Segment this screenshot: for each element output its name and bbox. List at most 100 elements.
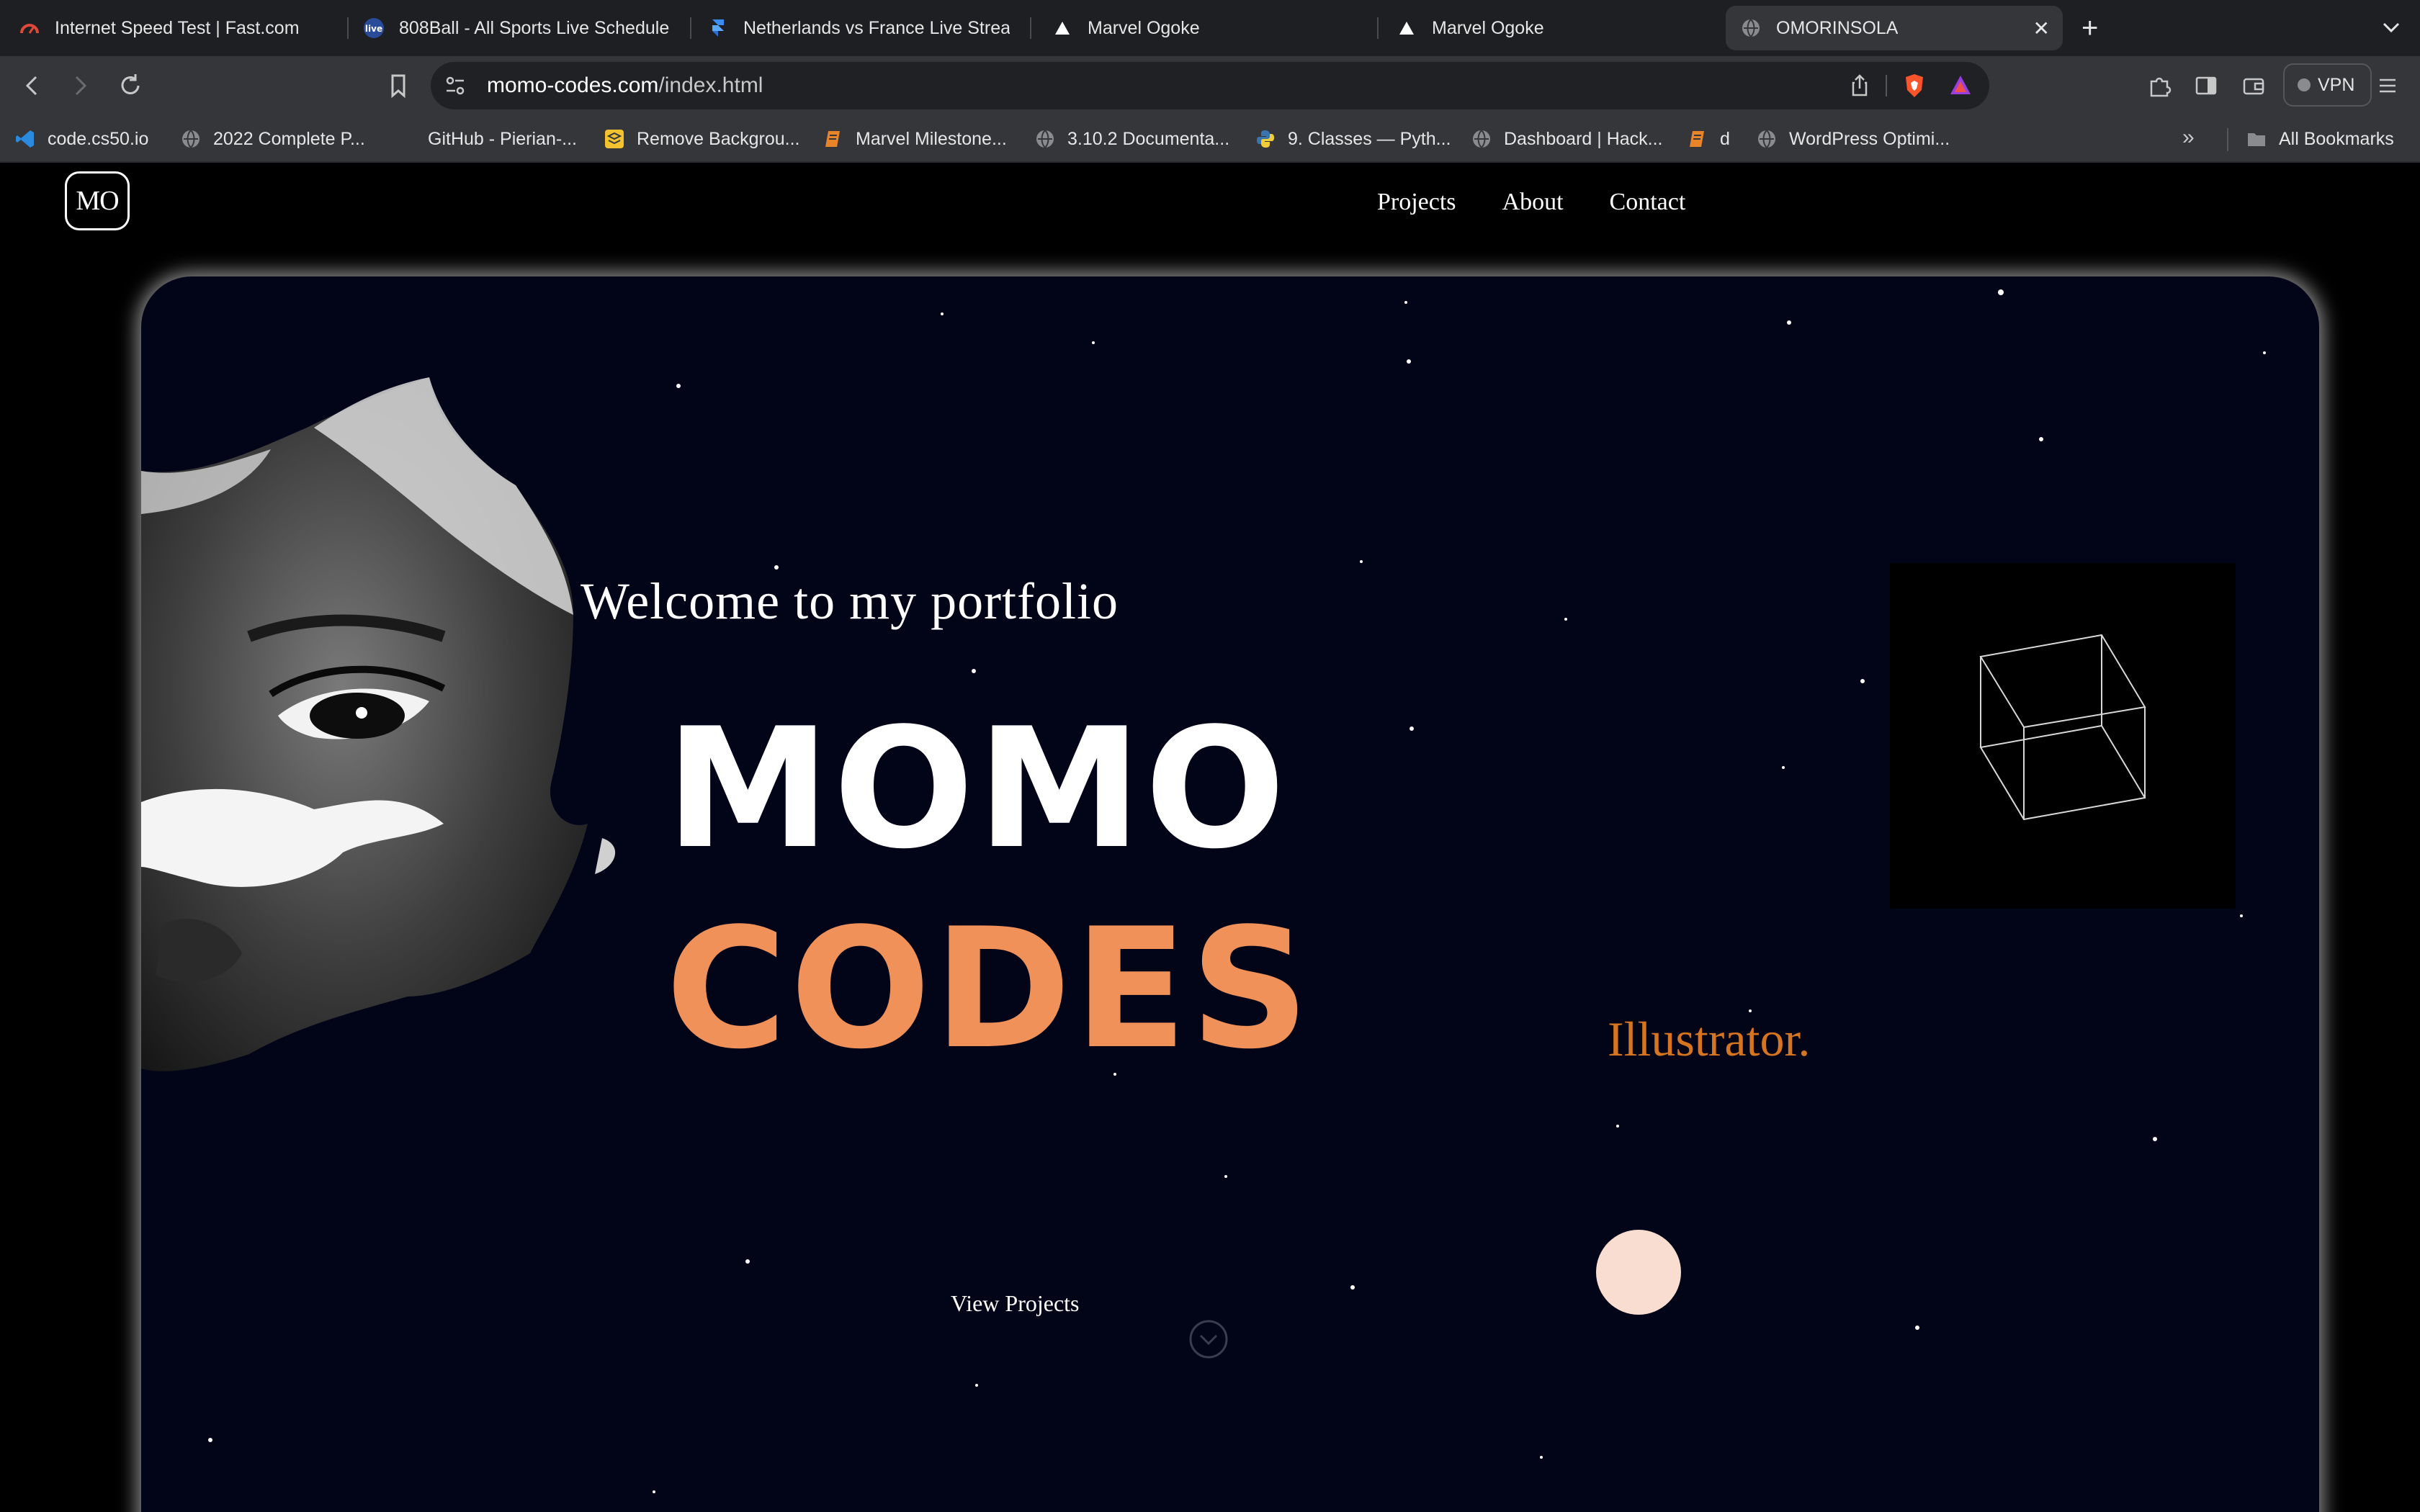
- nav-about[interactable]: About: [1502, 189, 1564, 216]
- tab-title: Marvel Ogoke: [1432, 17, 1544, 38]
- close-icon[interactable]: ✕: [2033, 17, 2050, 40]
- web-page: MO Projects About Contact Welcome to my …: [0, 163, 2420, 1512]
- vpn-status-icon: [2298, 78, 2311, 91]
- python-icon: [1255, 128, 1276, 150]
- bookmark-item[interactable]: d: [1687, 117, 1730, 161]
- nav-projects[interactable]: Projects: [1377, 189, 1456, 216]
- tab-fast[interactable]: Internet Speed Test | Fast.com: [4, 6, 343, 50]
- bookmark-item[interactable]: Remove Backgrou...: [604, 117, 800, 161]
- bookmark-item[interactable]: GitHub - Pierian-...: [395, 117, 577, 161]
- tab-title: Marvel Ogoke: [1088, 17, 1200, 38]
- site-logo[interactable]: MO: [65, 171, 130, 230]
- share-icon[interactable]: [1845, 71, 1874, 100]
- bookmark-label: WordPress Optimi...: [1789, 128, 1950, 149]
- tab-808ball[interactable]: live 808Ball - All Sports Live Schedule: [349, 6, 684, 50]
- vscode-icon: [14, 128, 36, 150]
- live-badge-icon: live: [363, 17, 385, 39]
- bookmark-label: 3.10.2 Documenta...: [1067, 128, 1230, 149]
- url-host: momo-codes.com: [487, 73, 659, 97]
- brave-rewards-icon[interactable]: [1946, 71, 1975, 100]
- bookmark-item[interactable]: Dashboard | Hack...: [1471, 117, 1662, 161]
- site-nav: Projects About Contact: [1377, 189, 1685, 216]
- speedometer-icon: [19, 17, 40, 39]
- vpn-label: VPN: [2318, 74, 2355, 95]
- tab-strip: Internet Speed Test | Fast.com live 808B…: [0, 0, 2420, 56]
- role-text: Illustrator.: [1608, 1012, 1811, 1066]
- cube-canvas[interactable]: [1890, 563, 2236, 909]
- globe-icon: [1756, 128, 1778, 150]
- github-icon: [395, 128, 416, 150]
- tab-title: Internet Speed Test | Fast.com: [55, 17, 300, 38]
- tab-marvel-ogoke-2[interactable]: Marvel Ogoke: [1381, 6, 1713, 50]
- tab-title: 808Ball - All Sports Live Schedule: [399, 17, 670, 38]
- portrait-illustration: [141, 377, 616, 1071]
- bookmarks-separator: [2227, 128, 2228, 151]
- bookmark-label: Remove Backgrou...: [637, 128, 800, 149]
- sidebar-icon[interactable]: [2190, 69, 2223, 102]
- bookmark-item[interactable]: code.cs50.io: [14, 117, 148, 161]
- tab-title: Netherlands vs France Live Stream: [743, 17, 1010, 38]
- tab-separator: [690, 17, 691, 39]
- triangle-icon: [1052, 17, 1073, 39]
- bookmark-item[interactable]: 2022 Complete P...: [180, 117, 365, 161]
- url-path: /index.html: [658, 73, 763, 97]
- view-projects-link[interactable]: View Projects: [951, 1290, 1079, 1317]
- tab-omorinsola[interactable]: OMORINSOLA ✕: [1726, 6, 2063, 50]
- tab-marvel-ogoke-1[interactable]: Marvel Ogoke: [1037, 6, 1368, 50]
- cursor-orb: [1596, 1230, 1681, 1315]
- bookmark-item[interactable]: 9. Classes — Pyth...: [1255, 117, 1451, 161]
- brave-shields-icon[interactable]: [1900, 71, 1929, 100]
- tab-separator: [1377, 17, 1379, 39]
- globe-icon: [180, 128, 202, 150]
- notebook-icon: [823, 128, 844, 150]
- globe-icon: [1740, 17, 1762, 39]
- globe-icon: [1034, 128, 1056, 150]
- wallet-icon[interactable]: [2237, 69, 2270, 102]
- back-icon[interactable]: [16, 69, 49, 102]
- scroll-down-icon[interactable]: [1188, 1319, 1229, 1359]
- all-bookmarks-label: All Bookmarks: [2279, 128, 2394, 149]
- bookmark-label: code.cs50.io: [48, 128, 149, 149]
- all-bookmarks-button[interactable]: All Bookmarks: [2246, 117, 2394, 161]
- chevron-double-right-icon[interactable]: »: [2182, 125, 2195, 150]
- browser-toolbar: momo-codes.com/index.html VPN: [0, 56, 2420, 117]
- site-settings-icon[interactable]: [441, 71, 470, 100]
- bookmark-label: Dashboard | Hack...: [1504, 128, 1663, 149]
- tab-separator: [1030, 17, 1031, 39]
- triangle-icon: [1396, 17, 1417, 39]
- logo-text: MO: [76, 186, 119, 216]
- svg-text:live: live: [365, 24, 382, 34]
- globe-icon: [1471, 128, 1492, 150]
- hero-name-line1: MOMO: [666, 693, 1289, 886]
- vpn-button[interactable]: VPN: [2283, 63, 2372, 107]
- wireframe-cube-icon: [1979, 634, 2146, 821]
- bookmarks-bar: code.cs50.io 2022 Complete P... GitHub -…: [0, 117, 2420, 163]
- url-text[interactable]: momo-codes.com/index.html: [487, 62, 763, 109]
- framer-icon: [707, 17, 729, 39]
- bookmark-label: Marvel Milestone...: [856, 128, 1007, 149]
- chevron-down-icon[interactable]: [2377, 13, 2406, 42]
- menu-icon[interactable]: [2371, 69, 2404, 102]
- tab-title: OMORINSOLA: [1776, 17, 1899, 38]
- bookmark-icon[interactable]: [382, 69, 415, 102]
- bookmark-item[interactable]: Marvel Milestone...: [823, 117, 1007, 161]
- forward-icon[interactable]: [63, 69, 97, 102]
- bookmark-item[interactable]: WordPress Optimi...: [1756, 117, 1950, 161]
- bookmark-label: 9. Classes — Pyth...: [1288, 128, 1451, 149]
- omnibox-separator: [1886, 75, 1887, 96]
- bookmark-label: 2022 Complete P...: [213, 128, 365, 149]
- hero-name-line2: CODES: [666, 894, 1312, 1086]
- reload-icon[interactable]: [114, 69, 147, 102]
- extensions-icon[interactable]: [2143, 69, 2177, 102]
- bookmark-label: GitHub - Pierian-...: [428, 128, 578, 149]
- nav-contact[interactable]: Contact: [1610, 189, 1686, 216]
- bookmark-item[interactable]: 3.10.2 Documenta...: [1034, 117, 1229, 161]
- tab-netherlands-france[interactable]: Netherlands vs France Live Stream: [693, 6, 1024, 50]
- notebook-icon: [1687, 128, 1708, 150]
- removebg-icon: [604, 128, 625, 150]
- address-bar[interactable]: momo-codes.com/index.html: [431, 62, 1989, 109]
- hero-section: Welcome to my portfolio MOMO CODES Illus…: [141, 276, 2319, 1512]
- site-header: MO Projects About Contact: [0, 163, 2420, 256]
- new-tab-button[interactable]: +: [2081, 10, 2098, 46]
- welcome-heading: Welcome to my portfolio: [581, 572, 1119, 630]
